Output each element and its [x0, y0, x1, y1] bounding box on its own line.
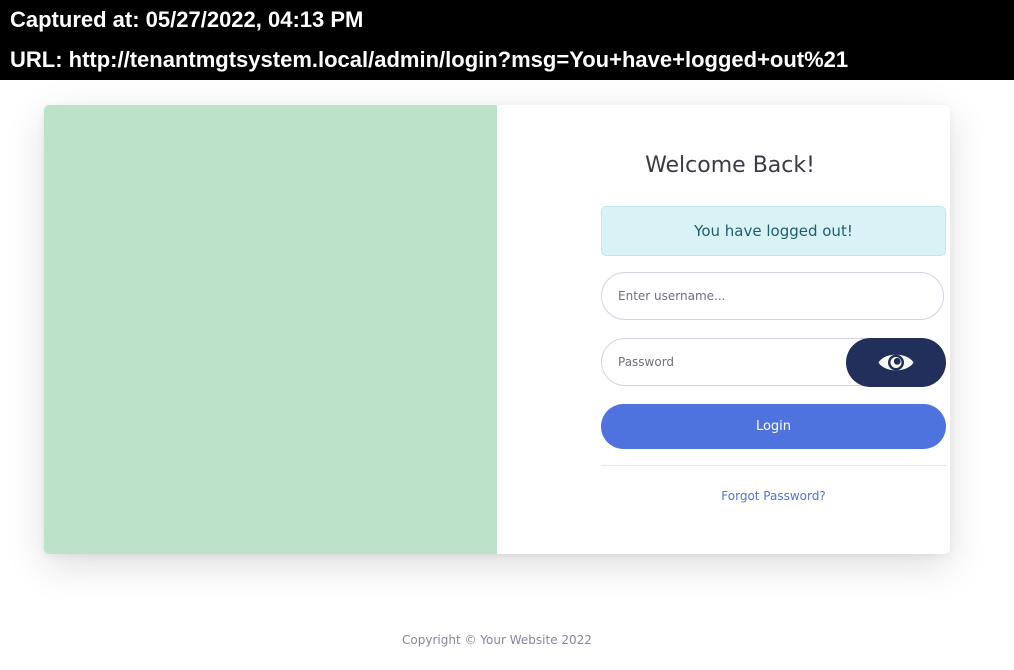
- divider: [601, 465, 946, 466]
- username-input[interactable]: [601, 272, 944, 320]
- captured-url-text: URL: http://tenantmgtsystem.local/admin/…: [10, 47, 849, 72]
- login-image-panel: [44, 105, 497, 554]
- footer-copyright: Copyright © Your Website 2022: [402, 633, 592, 647]
- eye-icon: [878, 354, 914, 371]
- login-button[interactable]: Login: [601, 404, 946, 449]
- capture-header: Captured at: 05/27/2022, 04:13 PM URL: h…: [0, 0, 1014, 80]
- welcome-heading: Welcome Back!: [645, 153, 815, 178]
- login-form-panel: Welcome Back! You have logged out! Login…: [497, 105, 950, 554]
- forgot-password-link[interactable]: Forgot Password?: [601, 488, 946, 504]
- toggle-password-button[interactable]: [846, 338, 946, 387]
- captured-at-text: Captured at: 05/27/2022, 04:13 PM: [10, 7, 364, 32]
- logout-alert: You have logged out!: [601, 206, 946, 256]
- login-card: Welcome Back! You have logged out! Login…: [44, 105, 950, 554]
